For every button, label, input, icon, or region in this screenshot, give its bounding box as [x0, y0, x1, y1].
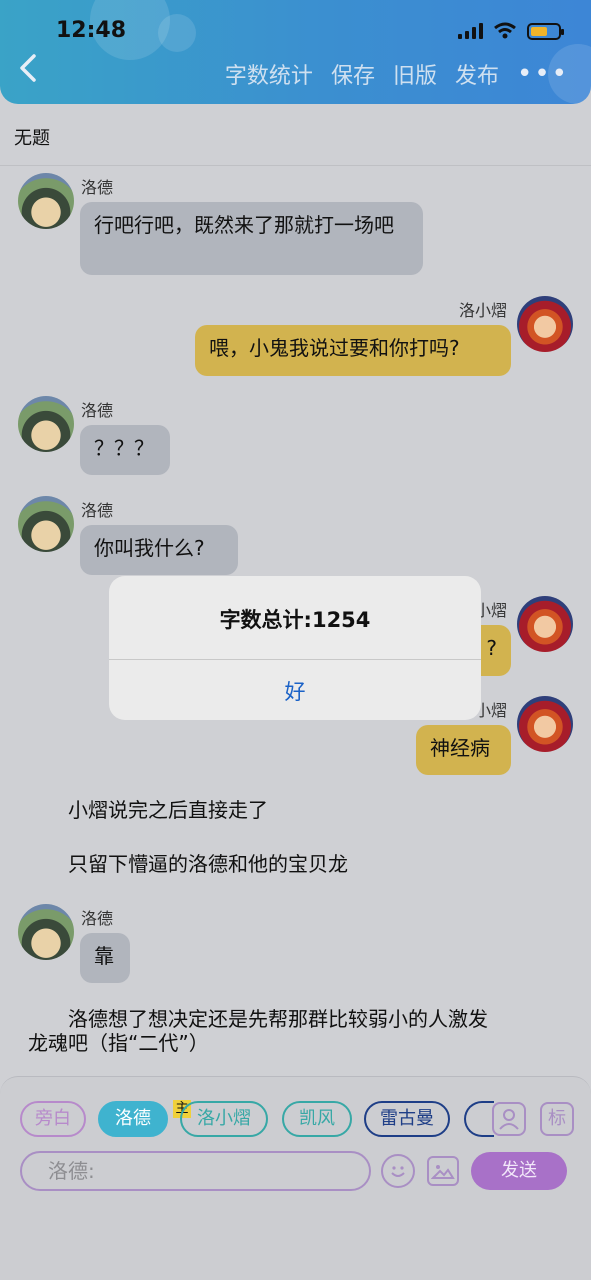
avatar[interactable] [18, 904, 74, 960]
save-button[interactable]: 保存 [331, 58, 375, 90]
role-chip-partial[interactable] [464, 1101, 494, 1137]
avatar[interactable] [517, 696, 573, 752]
sender-name: 洛德 [81, 401, 114, 420]
battery-icon [527, 22, 564, 40]
sender-name: 洛小熠 [458, 301, 507, 320]
emoji-icon[interactable] [381, 1154, 415, 1188]
message-bubble[interactable]: 喂，小鬼我说过要和你打吗? [195, 325, 511, 376]
decor-bubble [158, 14, 196, 52]
message-bubble[interactable]: 靠 [80, 933, 130, 983]
role-chip-luode[interactable]: 洛德 [98, 1101, 168, 1137]
more-icon[interactable]: ••• [517, 59, 569, 89]
status-time: 12:48 [56, 18, 127, 43]
message-bubble[interactable]: 神经病 [416, 725, 511, 775]
message-bubble[interactable]: ？？？ [80, 425, 170, 475]
avatar[interactable] [18, 496, 74, 552]
role-chip-leiguman[interactable]: 雷古曼 [364, 1101, 450, 1137]
signal-icon [458, 23, 483, 39]
header-nav: 字数统计 保存 旧版 发布 ••• [225, 58, 569, 90]
message-bubble[interactable]: 你叫我什么? [80, 525, 238, 575]
word-count-button[interactable]: 字数统计 [225, 58, 313, 90]
chevron-left-icon [20, 54, 36, 82]
avatar[interactable] [517, 596, 573, 652]
person-glyph [499, 1109, 519, 1130]
avatar[interactable] [517, 296, 573, 352]
narration-text[interactable]: 龙魂吧（指“二代”） [28, 1030, 209, 1056]
avatar[interactable] [18, 173, 74, 229]
narration-text[interactable]: 小熠说完之后直接走了 [68, 797, 268, 823]
divider [0, 165, 591, 166]
role-chip-kaifeng[interactable]: 凯风 [282, 1101, 352, 1137]
dialog-ok-button[interactable]: 好 [109, 676, 481, 706]
image-icon[interactable] [427, 1156, 459, 1186]
top-bar: 12:48 字数统计 保存 旧版 发布 ••• [0, 0, 591, 104]
narration-text[interactable]: 洛德想了想决定还是先帮那群比较弱小的人激发 [68, 1006, 488, 1032]
narration-text[interactable]: 只留下懵逼的洛德和他的宝贝龙 [68, 851, 348, 877]
avatar[interactable] [18, 396, 74, 452]
old-version-button[interactable]: 旧版 [393, 58, 437, 90]
back-button[interactable] [18, 52, 52, 92]
sender-name: 洛德 [81, 501, 114, 520]
send-button[interactable]: 发送 [471, 1152, 567, 1190]
picture-glyph [430, 1165, 455, 1179]
message-bubble[interactable]: 行吧行吧，既然来了那就打一场吧 [80, 202, 423, 275]
dialog-title: 字数总计:1254 [219, 608, 371, 632]
sender-name: 洛德 [81, 909, 114, 928]
word-count-dialog: 字数总计:1254 好 [109, 576, 481, 720]
role-chip-narrator[interactable]: 旁白 [20, 1101, 86, 1137]
document-title[interactable]: 无题 [14, 124, 50, 150]
dialog-divider [109, 659, 481, 660]
message-input[interactable]: 洛德: [20, 1151, 371, 1191]
mark-button[interactable]: 标 [540, 1102, 574, 1136]
role-chip-luoxiaoyi[interactable]: 洛小熠 [180, 1101, 268, 1137]
sender-name: 洛德 [81, 178, 114, 197]
wifi-icon [494, 22, 516, 39]
publish-button[interactable]: 发布 [455, 58, 499, 90]
smile-glyph [391, 1166, 405, 1177]
person-icon[interactable] [492, 1102, 526, 1136]
status-icons [458, 22, 564, 40]
